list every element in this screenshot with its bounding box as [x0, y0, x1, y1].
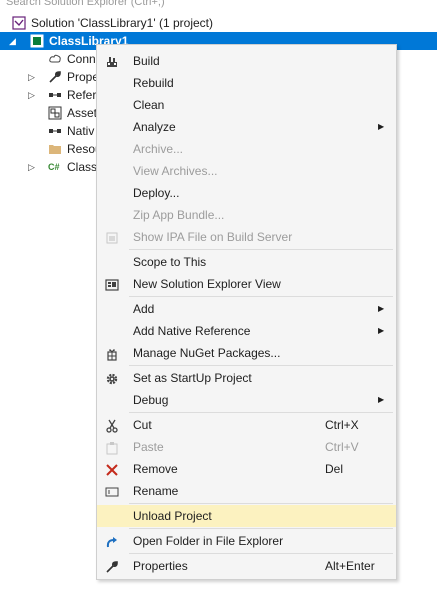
menu-item-rebuild[interactable]: Rebuild	[97, 72, 396, 94]
close-icon	[105, 462, 119, 476]
menu-item-clean[interactable]: Clean	[97, 94, 396, 116]
menu-item-manage-nuget[interactable]: Manage NuGet Packages...	[97, 342, 396, 364]
tree-item-resources[interactable]: Resou	[0, 140, 102, 158]
nuget-icon	[105, 346, 119, 361]
menu-item-unload-project[interactable]: Unload Project	[97, 505, 396, 527]
gear-icon	[105, 371, 119, 385]
menu-separator	[129, 249, 393, 250]
tree-item-connected-services[interactable]: Conn	[0, 50, 100, 68]
menu-item-view-archives[interactable]: View Archives...	[97, 160, 396, 182]
menu-separator	[129, 503, 393, 504]
menu-separator	[129, 553, 393, 554]
new-view-icon	[105, 277, 119, 291]
collapsed-arrow-icon[interactable]: ▷	[28, 68, 35, 86]
menu-item-zip-app-bundle[interactable]: Zip App Bundle...	[97, 204, 396, 226]
menu-item-new-solution-view[interactable]: New Solution Explorer View	[97, 273, 396, 295]
menu-item-remove[interactable]: Remove Del	[97, 458, 396, 480]
menu-item-show-ipa[interactable]: Show IPA File on Build Server	[97, 226, 396, 248]
solution-node[interactable]: Solution 'ClassLibrary1' (1 project)	[0, 14, 437, 32]
menu-item-scope-to-this[interactable]: Scope to This	[97, 251, 396, 273]
menu-item-deploy[interactable]: Deploy...	[97, 182, 396, 204]
references-icon	[48, 88, 62, 102]
menu-item-add[interactable]: Add ▶	[97, 298, 396, 320]
menu-separator	[129, 296, 393, 297]
tree-item-label: Class	[67, 160, 98, 174]
menu-separator	[129, 528, 393, 529]
solution-label: Solution 'ClassLibrary1' (1 project)	[31, 16, 213, 30]
tree-item-label: Prope	[67, 70, 100, 84]
tree-item-label: Conn	[67, 52, 96, 66]
scissors-icon	[105, 418, 119, 433]
tree-item-assets[interactable]: Asset	[0, 104, 100, 122]
tree-item-label: Nativ	[67, 124, 95, 138]
menu-item-analyze[interactable]: Analyze ▶	[97, 116, 396, 138]
collapsed-arrow-icon[interactable]: ▷	[28, 158, 35, 176]
references-icon	[48, 124, 62, 138]
menu-item-set-startup[interactable]: Set as StartUp Project	[97, 367, 396, 389]
menu-item-build[interactable]: Build	[97, 50, 396, 72]
shortcut-text: Alt+Enter	[325, 559, 375, 573]
shortcut-text: Ctrl+X	[325, 418, 359, 432]
csharp-project-icon	[30, 34, 44, 48]
context-menu: Build Rebuild Clean Analyze ▶ Archive...…	[96, 44, 397, 580]
menu-item-properties[interactable]: Properties Alt+Enter	[97, 555, 396, 577]
assets-icon	[48, 106, 62, 120]
tree-item-label: Asset	[67, 106, 98, 120]
csharp-file-icon: C#	[48, 162, 60, 172]
menu-item-add-native-reference[interactable]: Add Native Reference ▶	[97, 320, 396, 342]
shortcut-text: Ctrl+V	[325, 440, 359, 454]
tree-item-class1[interactable]: ▷ C# Class	[0, 158, 100, 176]
submenu-arrow-icon: ▶	[378, 326, 385, 335]
rename-icon	[105, 484, 119, 498]
cloud-icon	[48, 52, 62, 66]
shortcut-text: Del	[325, 462, 344, 476]
folder-icon	[48, 142, 62, 156]
menu-separator	[129, 412, 393, 413]
menu-item-paste[interactable]: Paste Ctrl+V	[97, 436, 396, 458]
search-input[interactable]: Search Solution Explorer (Ctrl+;)	[0, 0, 437, 8]
menu-item-open-folder[interactable]: Open Folder in File Explorer	[97, 530, 396, 552]
build-icon	[105, 54, 119, 68]
solution-icon	[12, 16, 26, 30]
ipa-file-icon	[105, 230, 119, 244]
menu-item-cut[interactable]: Cut Ctrl+X	[97, 414, 396, 436]
tree-item-references[interactable]: ▷ Refere	[0, 86, 103, 104]
tree-item-native[interactable]: Nativ	[0, 122, 100, 140]
collapsed-arrow-icon[interactable]: ▷	[28, 86, 35, 104]
tree-item-properties[interactable]: ▷ Prope	[0, 68, 100, 86]
submenu-arrow-icon: ▶	[378, 304, 385, 313]
menu-item-archive[interactable]: Archive...	[97, 138, 396, 160]
expand-arrow-icon[interactable]: ◢	[9, 32, 16, 50]
menu-item-debug[interactable]: Debug ▶	[97, 389, 396, 411]
submenu-arrow-icon: ▶	[378, 395, 385, 404]
menu-item-rename[interactable]: Rename	[97, 480, 396, 502]
menu-separator	[129, 365, 393, 366]
wrench-icon	[105, 559, 119, 573]
open-folder-arrow-icon	[105, 534, 119, 548]
submenu-arrow-icon: ▶	[378, 122, 385, 131]
wrench-icon	[48, 70, 62, 84]
paste-icon	[105, 440, 119, 455]
